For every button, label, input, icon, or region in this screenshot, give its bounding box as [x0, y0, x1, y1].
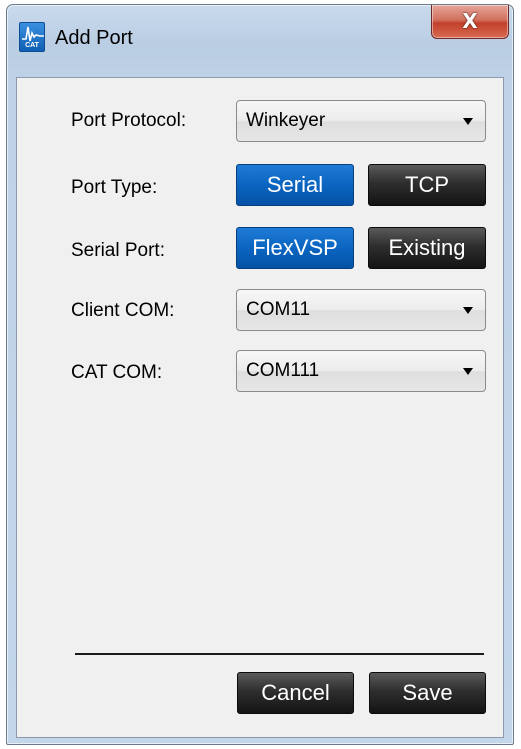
port-protocol-label: Port Protocol: [71, 110, 187, 131]
add-port-dialog: CAT Add Port X Port Protocol: Winkeyer P… [6, 4, 514, 745]
cat-com-select[interactable]: COM111 [236, 350, 486, 392]
serial-port-label: Serial Port: [71, 240, 165, 261]
window-title: Add Port [55, 27, 133, 49]
close-button[interactable]: X [431, 5, 509, 39]
app-icon-label: CAT [25, 42, 39, 49]
close-icon: X [462, 9, 478, 33]
save-button[interactable]: Save [369, 672, 486, 714]
client-com-label: Client COM: [71, 300, 175, 321]
cat-com-value: COM111 [246, 360, 320, 381]
port-protocol-value: Winkeyer [246, 110, 326, 131]
title-bar[interactable]: CAT Add Port X [7, 5, 513, 77]
dialog-content: Port Protocol: Winkeyer Port Type: Seria… [16, 77, 504, 738]
client-com-value: COM11 [246, 299, 311, 320]
serial-port-existing-button[interactable]: Existing [368, 227, 486, 269]
client-com-select[interactable]: COM11 [236, 289, 486, 331]
chevron-down-icon [463, 368, 473, 375]
chevron-down-icon [463, 307, 473, 314]
cat-com-label: CAT COM: [71, 362, 163, 383]
cancel-button[interactable]: Cancel [237, 672, 354, 714]
cat-app-icon: CAT [19, 22, 45, 52]
chevron-down-icon [463, 118, 473, 125]
serial-port-flexvsp-button[interactable]: FlexVSP [236, 227, 354, 269]
port-protocol-select[interactable]: Winkeyer [236, 100, 486, 142]
footer-divider [75, 653, 484, 655]
port-type-serial-button[interactable]: Serial [236, 164, 354, 206]
port-type-label: Port Type: [71, 177, 158, 198]
port-type-tcp-button[interactable]: TCP [368, 164, 486, 206]
